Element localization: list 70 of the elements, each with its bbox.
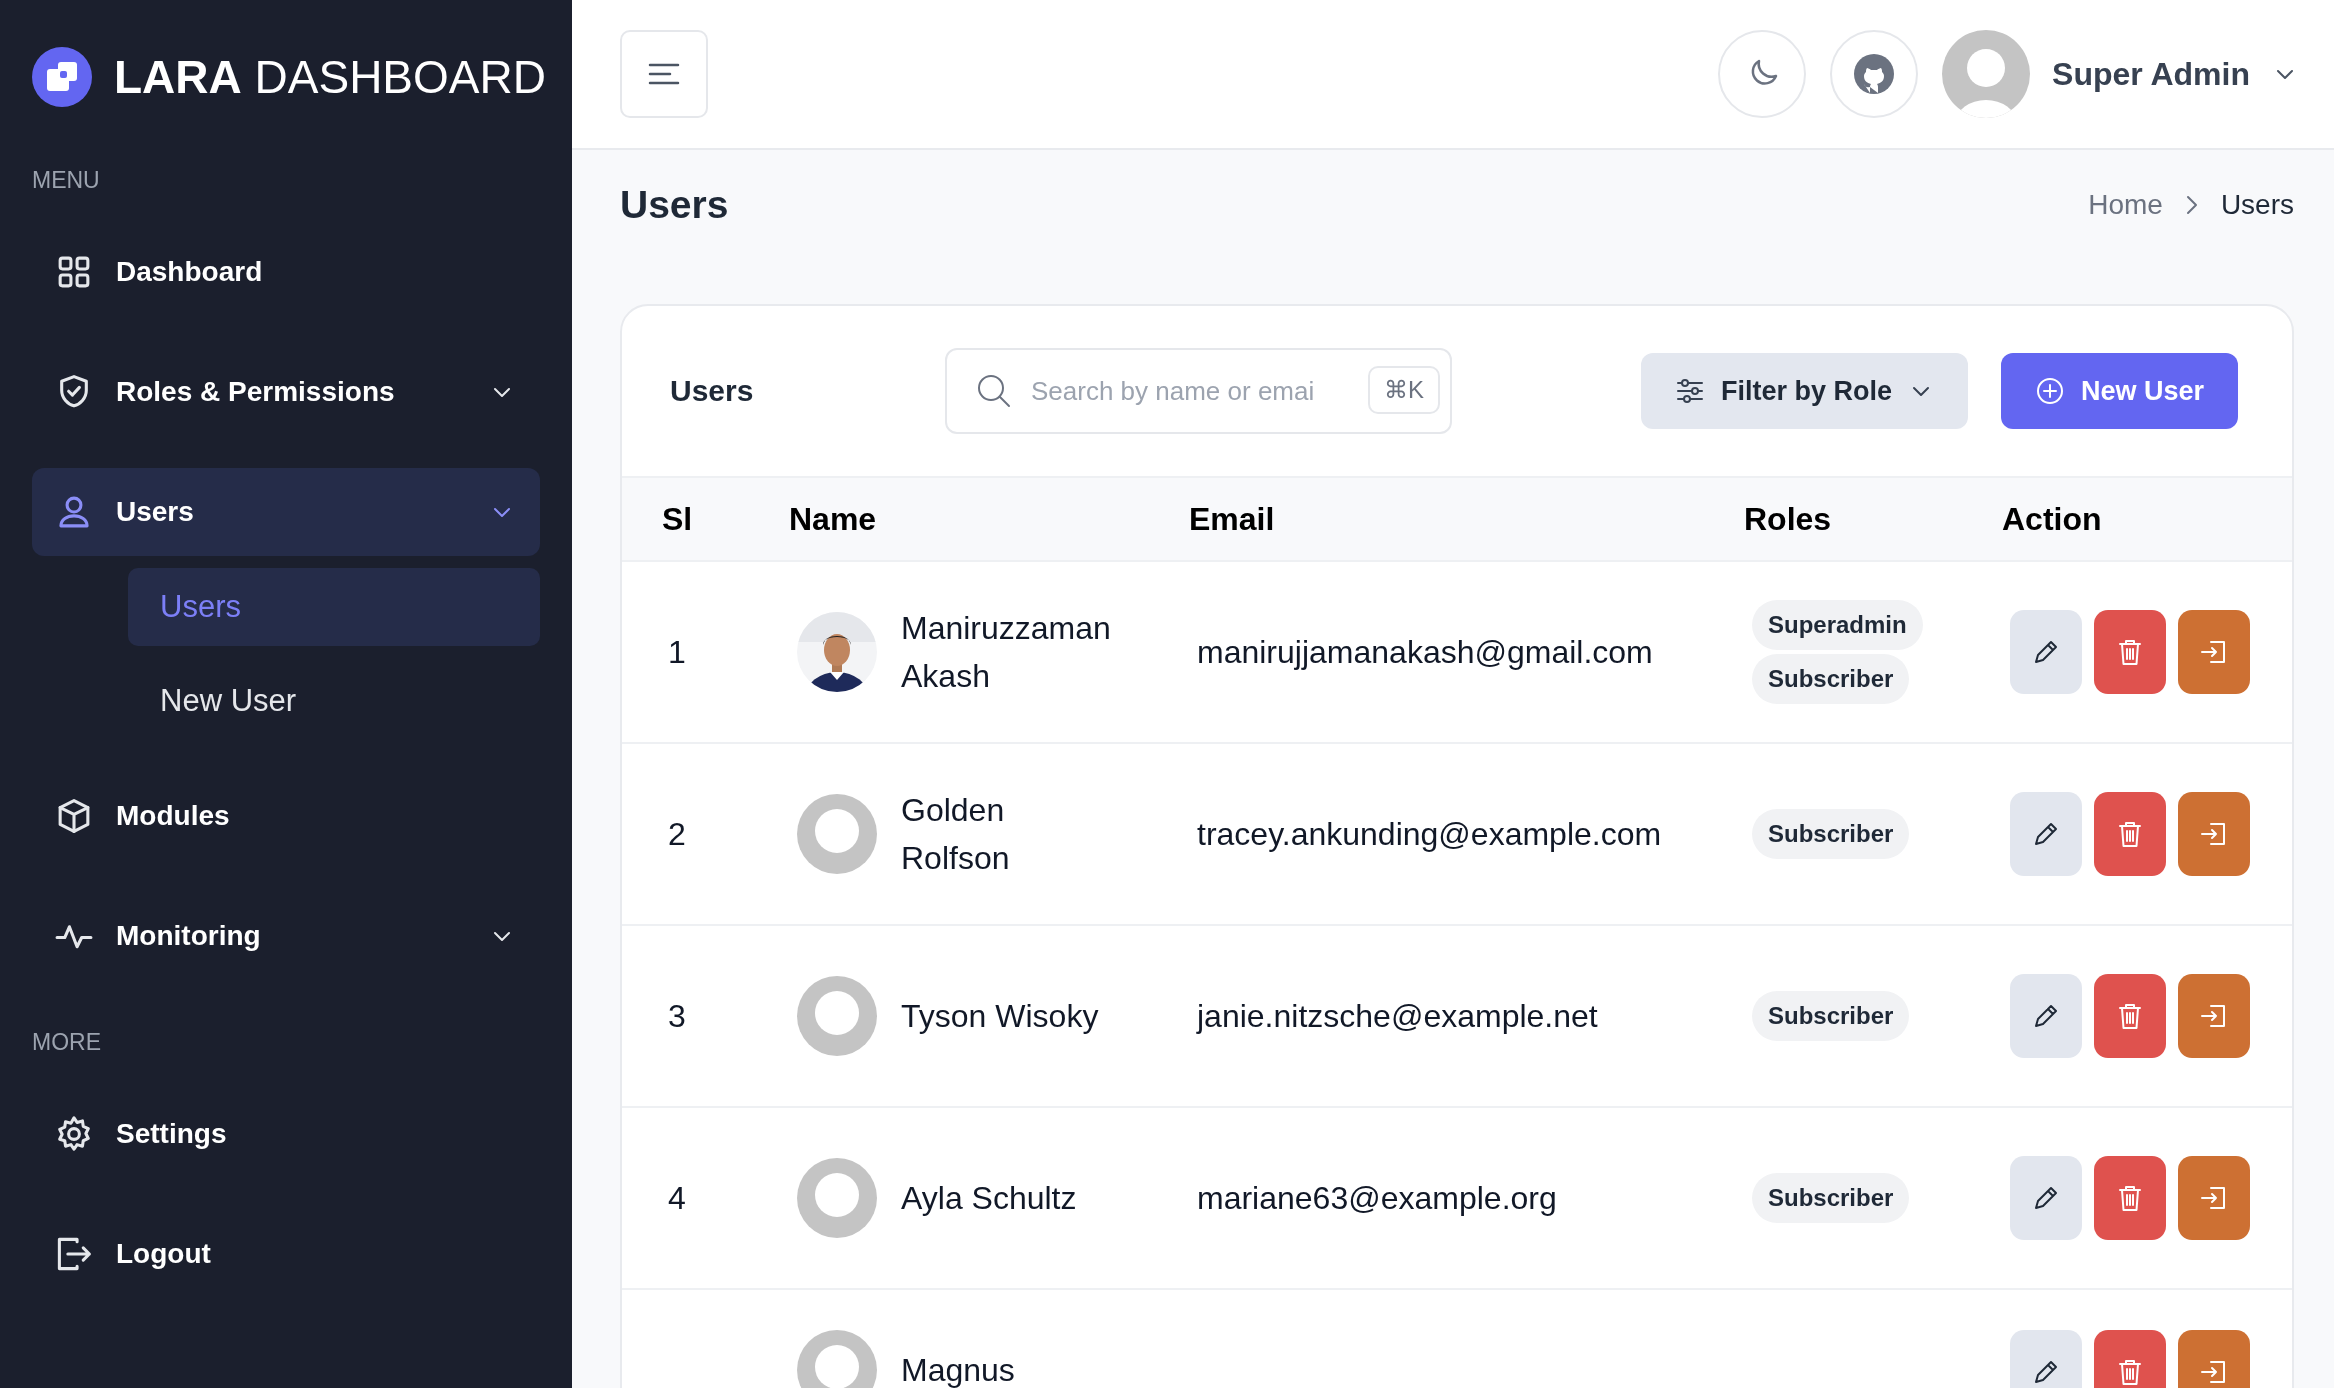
filter-button[interactable]: Filter by Role [1640, 353, 1968, 429]
table-cell-text: 3 [667, 997, 687, 1035]
submenu-item[interactable]: New User [128, 662, 540, 740]
delete-button[interactable] [2094, 974, 2166, 1058]
table-cell-text: 2 [667, 815, 687, 853]
user-email: tracey.ankunding@example.com [1196, 815, 1663, 853]
sidebar-item[interactable]: Monitoring [32, 892, 540, 980]
user-name: Magnus [901, 1351, 1016, 1388]
logo-icon [32, 47, 92, 107]
login-as-button[interactable] [2178, 974, 2250, 1058]
column-header: Action [2002, 500, 2103, 538]
section-heading: MORE [32, 1027, 102, 1057]
section-heading: MENU [32, 165, 101, 195]
column-header: Roles [1744, 500, 1833, 538]
card-title: Users [670, 374, 755, 408]
edit-button[interactable] [2010, 1156, 2082, 1240]
shortcut-hint: ⌘K [1368, 366, 1440, 414]
breadcrumb-link[interactable]: Home [2088, 189, 2163, 221]
login-as-button[interactable] [2178, 792, 2250, 876]
sidebar-item[interactable]: Users [32, 468, 540, 556]
sidebar-item[interactable]: Settings [32, 1090, 540, 1178]
edit-button[interactable] [2010, 792, 2082, 876]
github-icon [1853, 53, 1896, 95]
column-header: Email [1189, 500, 1276, 538]
role-badge: Subscriber [1752, 654, 1910, 704]
user-email: manirujjamanakash@gmail.com [1196, 633, 1654, 671]
role-badge: Subscriber [1752, 1173, 1910, 1223]
trash-icon [2116, 1183, 2144, 1213]
edit-button[interactable] [2010, 610, 2082, 694]
sidebar-item[interactable]: Roles & Permissions [32, 348, 540, 436]
trash-icon [2116, 1001, 2144, 1031]
role-badge: Subscriber [1752, 991, 1910, 1041]
user-name: Golden Rolfson [901, 791, 1011, 878]
menu-button[interactable] [620, 30, 708, 118]
trash-icon [2116, 637, 2144, 667]
sidebar-item[interactable]: Dashboard [32, 228, 540, 316]
search-icon [975, 372, 1013, 410]
submenu-item[interactable]: Users [128, 568, 540, 646]
plus-circle-icon [2034, 376, 2065, 406]
trash-icon [2116, 1357, 2144, 1387]
delete-button[interactable] [2094, 792, 2166, 876]
user-name: Ayla Schultz [901, 1179, 1078, 1218]
login-as-button[interactable] [2178, 610, 2250, 694]
table-cell-text: 4 [667, 1179, 687, 1217]
user-name: Maniruzzaman Akash [901, 609, 1112, 696]
avatar-icon [797, 976, 877, 1056]
role-badge: Superadmin [1752, 600, 1923, 650]
menu-icon [648, 62, 680, 86]
table-cell-text: 1 [667, 633, 687, 671]
app-logo-text: LARA DASHBOARD [114, 50, 546, 104]
avatar-icon [797, 1158, 877, 1238]
sliders-icon [1674, 376, 1705, 406]
edit-button[interactable] [2010, 974, 2082, 1058]
page-title: Users [620, 183, 730, 227]
column-header: Name [789, 500, 878, 538]
breadcrumb-current: Users [2220, 189, 2294, 221]
sidebar-item[interactable]: Modules [32, 772, 540, 860]
user-email: janie.nitzsche@example.net [1195, 997, 1599, 1035]
user-email: mariane63@example.org [1196, 1179, 1558, 1217]
user-menu[interactable]: Super Admin [1942, 30, 2298, 118]
sidebar-item[interactable]: Logout [32, 1210, 540, 1298]
delete-button[interactable] [2094, 1156, 2166, 1240]
trash-icon [2116, 819, 2144, 849]
new-user-button[interactable]: New User [2000, 353, 2238, 429]
user-name: Tyson Wisoky [901, 997, 1100, 1036]
delete-button[interactable] [2094, 610, 2166, 694]
role-badge: Subscriber [1752, 809, 1910, 859]
login-as-button[interactable] [2178, 1156, 2250, 1240]
column-header: Sl [662, 500, 694, 538]
avatar-icon [797, 794, 877, 874]
